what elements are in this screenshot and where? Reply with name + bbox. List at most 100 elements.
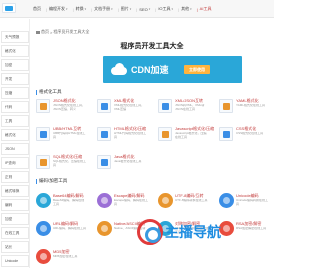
- glyph: [223, 131, 230, 138]
- sidebar-item[interactable]: 格式转换: [1, 185, 29, 197]
- tool-description: XML格式化在线工具，XML压缩: [114, 104, 145, 111]
- css-icon: [219, 127, 233, 141]
- sidebar-item[interactable]: 代码: [1, 101, 29, 113]
- tool-description: SQL格式化，压缩在线工具: [53, 160, 87, 167]
- chevron-down-icon: ▾: [111, 7, 113, 11]
- nav-convert[interactable]: | 转换 ▾: [73, 6, 87, 12]
- tool-card[interactable]: UTF-8编码/互转 UTF-8编码转换在线工具: [158, 193, 208, 219]
- sidebar-item[interactable]: 加密: [1, 59, 29, 71]
- tool-card[interactable]: XML格式化 XML格式化在线工具，XML压缩: [97, 98, 144, 124]
- tool-description: JSON格式化在线工具，JSON压缩、转义: [53, 104, 86, 111]
- breadcrumb-home[interactable]: 首页: [41, 29, 49, 35]
- tool-card[interactable]: YAML格式化 YAML格式化在线工具: [219, 98, 265, 124]
- sidebar-item[interactable]: JSON: [1, 143, 29, 155]
- banner-title: CDN加速: [131, 65, 169, 75]
- tool-card[interactable]: MD5加密 MD5加密在线工具: [36, 249, 80, 268]
- tool-card[interactable]: Base64编码/解码 Base64编码、解码在线工具: [36, 193, 84, 219]
- nav-ai[interactable]: | AI工具: [197, 6, 212, 12]
- nav-docs-label: 文档手册: [94, 6, 111, 11]
- tool-card[interactable]: CSS格式化 CSS格式化在线工具: [219, 126, 263, 152]
- tool-description: Javascript格式化，压缩在线工具: [175, 132, 207, 139]
- nav-docs[interactable]: | 文档手册 ▾: [91, 6, 113, 12]
- nav-seo[interactable]: | SEO ▾: [136, 7, 150, 12]
- tool-card[interactable]: SQL格式化/压缩 SQL格式化，压缩在线工具: [36, 154, 86, 180]
- tool-card[interactable]: HTML格式化/压缩 HTML代码格式化在线工具: [97, 126, 146, 152]
- nav-other[interactable]: | 其他 ▾: [178, 6, 192, 12]
- md5-icon: [36, 249, 51, 264]
- sidebar-item[interactable]: 站长: [1, 241, 29, 253]
- watermark-logo-icon: [137, 219, 163, 245]
- sidebar-item[interactable]: 在线工具: [1, 227, 29, 239]
- nav-dev[interactable]: | 编程开发 ▾: [46, 6, 68, 12]
- url-icon: [36, 221, 51, 236]
- site-logo[interactable]: [2, 3, 16, 13]
- glyph: [223, 103, 230, 110]
- tool-card[interactable]: Unicode编码 Unicode编码转换在线工具: [219, 193, 268, 219]
- tool-card[interactable]: URL编码/解码 URL编码、解码在线工具: [36, 221, 86, 247]
- sidebar-item[interactable]: IP查询: [1, 157, 29, 169]
- glyph: [40, 103, 47, 110]
- glyph: [40, 131, 47, 138]
- top-navbar: 首页 | 编程开发 ▾ | 转换 ▾ | 文档手册 ▾ | 图片 ▾ | SEO ▾ | IO工具 ▾ …: [0, 0, 274, 18]
- sidebar-item[interactable]: 编码: [1, 199, 29, 211]
- tool-card[interactable]: RSA加密/解密 RSA加密解密在线工具: [219, 221, 266, 247]
- tool-card[interactable]: UBB/HTML互转 UBB代码转HTML在线工具: [36, 126, 85, 152]
- main-nav: 首页 | 编程开发 ▾ | 转换 ▾ | 文档手册 ▾ | 图片 ▾ | SEO ▾ | IO工具 ▾ …: [33, 0, 211, 18]
- sidebar-item[interactable]: 开发: [1, 73, 29, 85]
- section-title-text: 编码/加密工具: [39, 178, 68, 183]
- section-marker: [36, 178, 37, 184]
- sidebar-item[interactable]: Unicode: [1, 255, 29, 267]
- section-title-text: 格式化工具: [39, 89, 62, 94]
- tool-card[interactable]: XML/JSON互转 JSON转XML，XML转JSON在线工具: [158, 98, 204, 124]
- tool-description: Escape编码、解码在线工具: [114, 199, 148, 206]
- watermark: 主播导航: [137, 219, 221, 245]
- tool-description: URL编码、解码在线工具: [53, 227, 87, 230]
- java-icon: [97, 155, 111, 169]
- tool-description: CSS格式化在线工具: [236, 132, 264, 135]
- section-title-format: 格式化工具: [36, 89, 62, 95]
- tool-description: RSA加密解密在线工具: [236, 227, 267, 230]
- nav-dev-label: 编程开发: [49, 6, 66, 11]
- tool-description: Base64编码、解码在线工具: [53, 199, 85, 206]
- rsa-icon: [219, 221, 234, 236]
- sidebar-item[interactable]: 压缩: [1, 87, 29, 99]
- cloud-icon: [111, 63, 127, 75]
- tool-card[interactable]: Javascript格式化/压缩 Javascript格式化，压缩在线工具: [158, 126, 214, 152]
- banner-cta-button[interactable]: 立即使用: [184, 65, 210, 74]
- glyph: [101, 131, 108, 138]
- ubb-icon: [36, 127, 50, 141]
- nav-io[interactable]: | IO工具 ▾: [155, 6, 173, 12]
- tool-description: UTF-8编码转换在线工具: [175, 199, 208, 202]
- escape-icon: [97, 193, 112, 208]
- html-icon: [97, 127, 111, 141]
- glyph: [101, 103, 108, 110]
- sidebar: 天气预报 格式化 加密 开发 压缩 代码 工具 格式化 JSON IP查询 正则…: [0, 19, 30, 268]
- sidebar-item[interactable]: 加密: [1, 213, 29, 225]
- page-title: 程序员开发工具大全: [120, 43, 184, 50]
- tool-card[interactable]: Native/ASCII编码 Native、ASCII编码互转: [97, 221, 145, 247]
- chevron-down-icon: ▾: [66, 7, 68, 11]
- sidebar-item[interactable]: 正则: [1, 171, 29, 183]
- tool-card[interactable]: Java格式化 Java格式化在线工具: [97, 154, 141, 180]
- tool-description: MD5加密在线工具: [53, 255, 78, 258]
- glyph: [101, 159, 108, 166]
- tool-description: YAML格式化在线工具: [236, 104, 265, 107]
- sidebar-item[interactable]: 工具: [1, 115, 29, 127]
- chevron-down-icon: ▾: [148, 7, 151, 11]
- tool-description: Unicode编码转换在线工具: [236, 199, 269, 206]
- sidebar-item[interactable]: 格式化: [1, 129, 29, 141]
- chevron-down-icon: ▾: [129, 7, 132, 11]
- tool-card[interactable]: JSON格式化 JSON格式化在线工具，JSON压缩、转义: [36, 98, 85, 124]
- tool-card[interactable]: Escape编码/解码 Escape编码、解码在线工具: [97, 193, 148, 219]
- tool-description: JSON转XML，XML转JSON在线工具: [175, 104, 205, 111]
- js-icon: [158, 127, 172, 141]
- nav-image[interactable]: | 图片 ▾: [118, 6, 132, 12]
- unicode-icon: [219, 193, 234, 208]
- nav-image-label: 图片: [120, 6, 129, 11]
- nav-home-label: 首页: [33, 6, 41, 11]
- breadcrumb: 首页 > 程序员开发工具大全: [36, 29, 89, 35]
- chevron-down-icon: ▾: [84, 7, 87, 11]
- tool-description: HTML代码格式化在线工具: [114, 132, 147, 139]
- nav-home[interactable]: 首页: [33, 6, 41, 12]
- cdn-banner[interactable]: CDN加速 立即使用: [103, 56, 242, 83]
